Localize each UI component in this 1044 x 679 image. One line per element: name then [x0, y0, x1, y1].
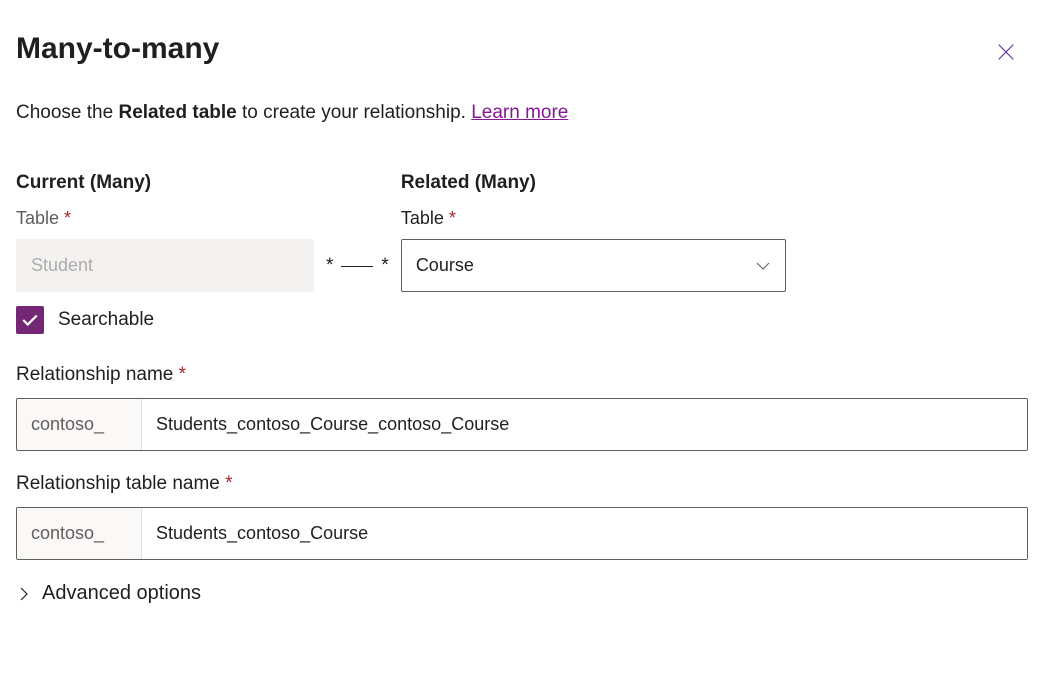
relationship-name-prefix: contoso_ — [17, 399, 142, 450]
description-text: Choose the Related table to create your … — [16, 102, 1028, 124]
relationship-table-name-label: Relationship table name * — [16, 473, 1028, 495]
related-heading: Related (Many) — [401, 172, 786, 194]
close-button[interactable] — [994, 40, 1018, 64]
chevron-down-icon — [755, 258, 771, 274]
searchable-label: Searchable — [58, 309, 154, 331]
relationship-name-label: Relationship name * — [16, 364, 1028, 386]
relationship-connector: * * — [314, 239, 401, 292]
relationship-table-name-prefix: contoso_ — [17, 508, 142, 559]
chevron-right-icon — [16, 586, 32, 602]
advanced-options-toggle[interactable]: Advanced options — [16, 582, 1028, 605]
searchable-checkbox[interactable] — [16, 306, 44, 334]
relationship-table-name-input[interactable] — [142, 508, 1027, 559]
relationship-name-input[interactable] — [142, 399, 1027, 450]
close-icon — [995, 41, 1017, 63]
checkmark-icon — [21, 311, 39, 329]
related-table-dropdown[interactable]: Course — [401, 239, 786, 292]
current-table-field: Student — [16, 239, 314, 292]
learn-more-link[interactable]: Learn more — [471, 102, 568, 123]
current-table-label: Table * — [16, 208, 314, 229]
page-title: Many-to-many — [16, 32, 219, 66]
current-heading: Current (Many) — [16, 172, 314, 194]
related-table-label: Table * — [401, 208, 786, 229]
